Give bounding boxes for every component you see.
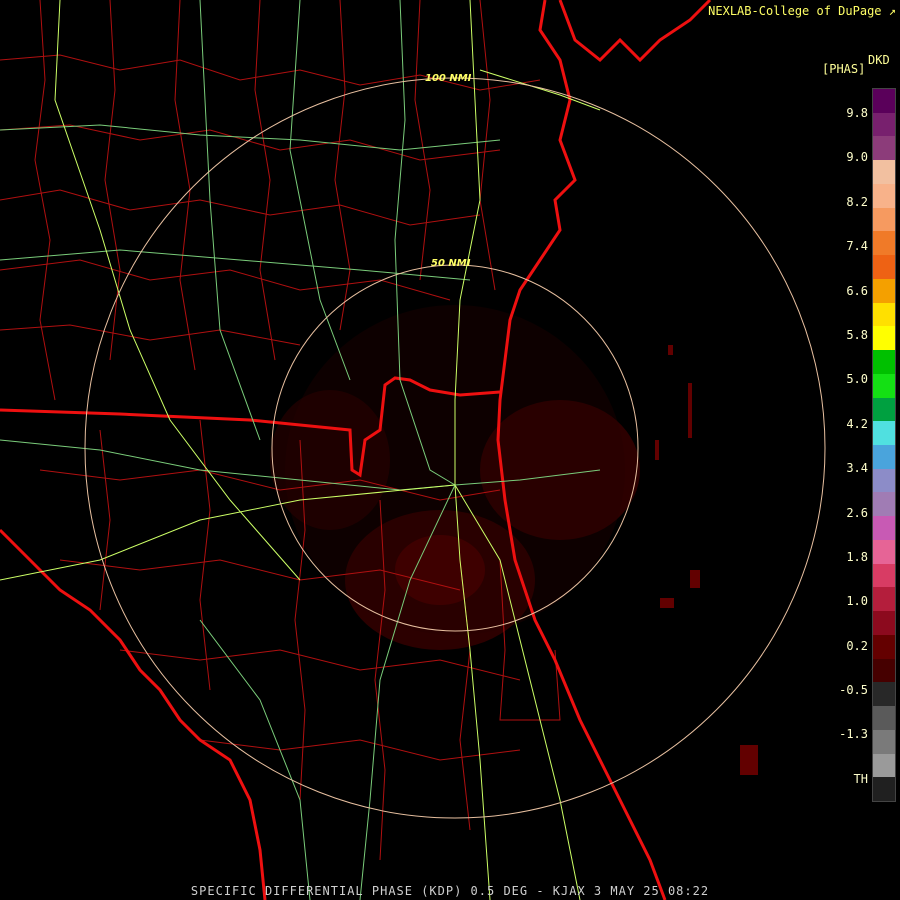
scale-color-segment [873, 658, 895, 683]
unit-label: [PHAS] [822, 62, 866, 76]
scale-color-segment [873, 634, 895, 660]
scale-color-segment [873, 729, 895, 755]
scale-color-segment [873, 492, 895, 517]
credit-text: NEXLAB-College of DuPage [708, 4, 882, 18]
product-code: DKD [868, 53, 890, 67]
scale-color-segment [873, 611, 895, 636]
ring-label-100: 100 NMI [425, 73, 472, 84]
scale-color-segment [873, 136, 895, 161]
scale-tick-label: 9.0 [846, 150, 868, 164]
scale-tick-label: 5.0 [846, 372, 868, 386]
scale-color-segment [873, 112, 895, 137]
scale-tick-label: 1.0 [846, 594, 868, 608]
scale-color-segment [873, 753, 895, 778]
color-scale [872, 88, 896, 802]
scale-color-segment [873, 421, 895, 446]
scale-tick-label: -1.3 [839, 727, 868, 741]
nexlab-logo-icon: ↗ [888, 4, 896, 18]
scale-color-segment [873, 302, 895, 327]
credit-line: NEXLAB-College of DuPage ↗ [708, 4, 896, 18]
scale-color-segment [873, 326, 895, 351]
scale-color-segment [873, 89, 895, 114]
scale-color-segment [873, 587, 895, 612]
scale-tick-label: 1.8 [846, 550, 868, 564]
product-caption: SPECIFIC DIFFERENTIAL PHASE (KDP) 0.5 DE… [190, 884, 710, 898]
scale-color-segment [873, 207, 895, 232]
scale-color-segment [873, 445, 895, 470]
scale-color-segment [873, 397, 895, 422]
scale-tick-label: 5.8 [846, 328, 868, 342]
scale-color-segment [873, 160, 895, 185]
scale-color-segment [873, 706, 895, 731]
scale-tick-label: 0.2 [846, 639, 868, 653]
scale-color-segment [873, 183, 895, 209]
ring-label-50: 50 NMI [431, 258, 471, 269]
scale-tick-label: 7.4 [846, 239, 868, 253]
scale-tick-label: 6.6 [846, 284, 868, 298]
scale-tick-label: 2.6 [846, 506, 868, 520]
scale-color-segment [873, 539, 895, 565]
scale-tick-label: 8.2 [846, 195, 868, 209]
radar-map [0, 0, 900, 900]
scale-color-segment [873, 350, 895, 375]
scale-color-segment [873, 278, 895, 304]
scale-color-segment [873, 373, 895, 399]
scale-tick-label: 4.2 [846, 417, 868, 431]
scale-tick-label: -0.5 [839, 683, 868, 697]
scale-color-segment [873, 255, 895, 280]
scale-color-segment [873, 231, 895, 256]
scale-tick-label: 3.4 [846, 461, 868, 475]
scale-color-segment [873, 777, 895, 802]
scale-color-segment [873, 682, 895, 707]
scale-tick-label: 9.8 [846, 106, 868, 120]
scale-color-segment [873, 563, 895, 588]
scale-color-segment [873, 468, 895, 493]
scale-tick-label: TH [853, 772, 868, 786]
scale-color-segment [873, 516, 895, 541]
